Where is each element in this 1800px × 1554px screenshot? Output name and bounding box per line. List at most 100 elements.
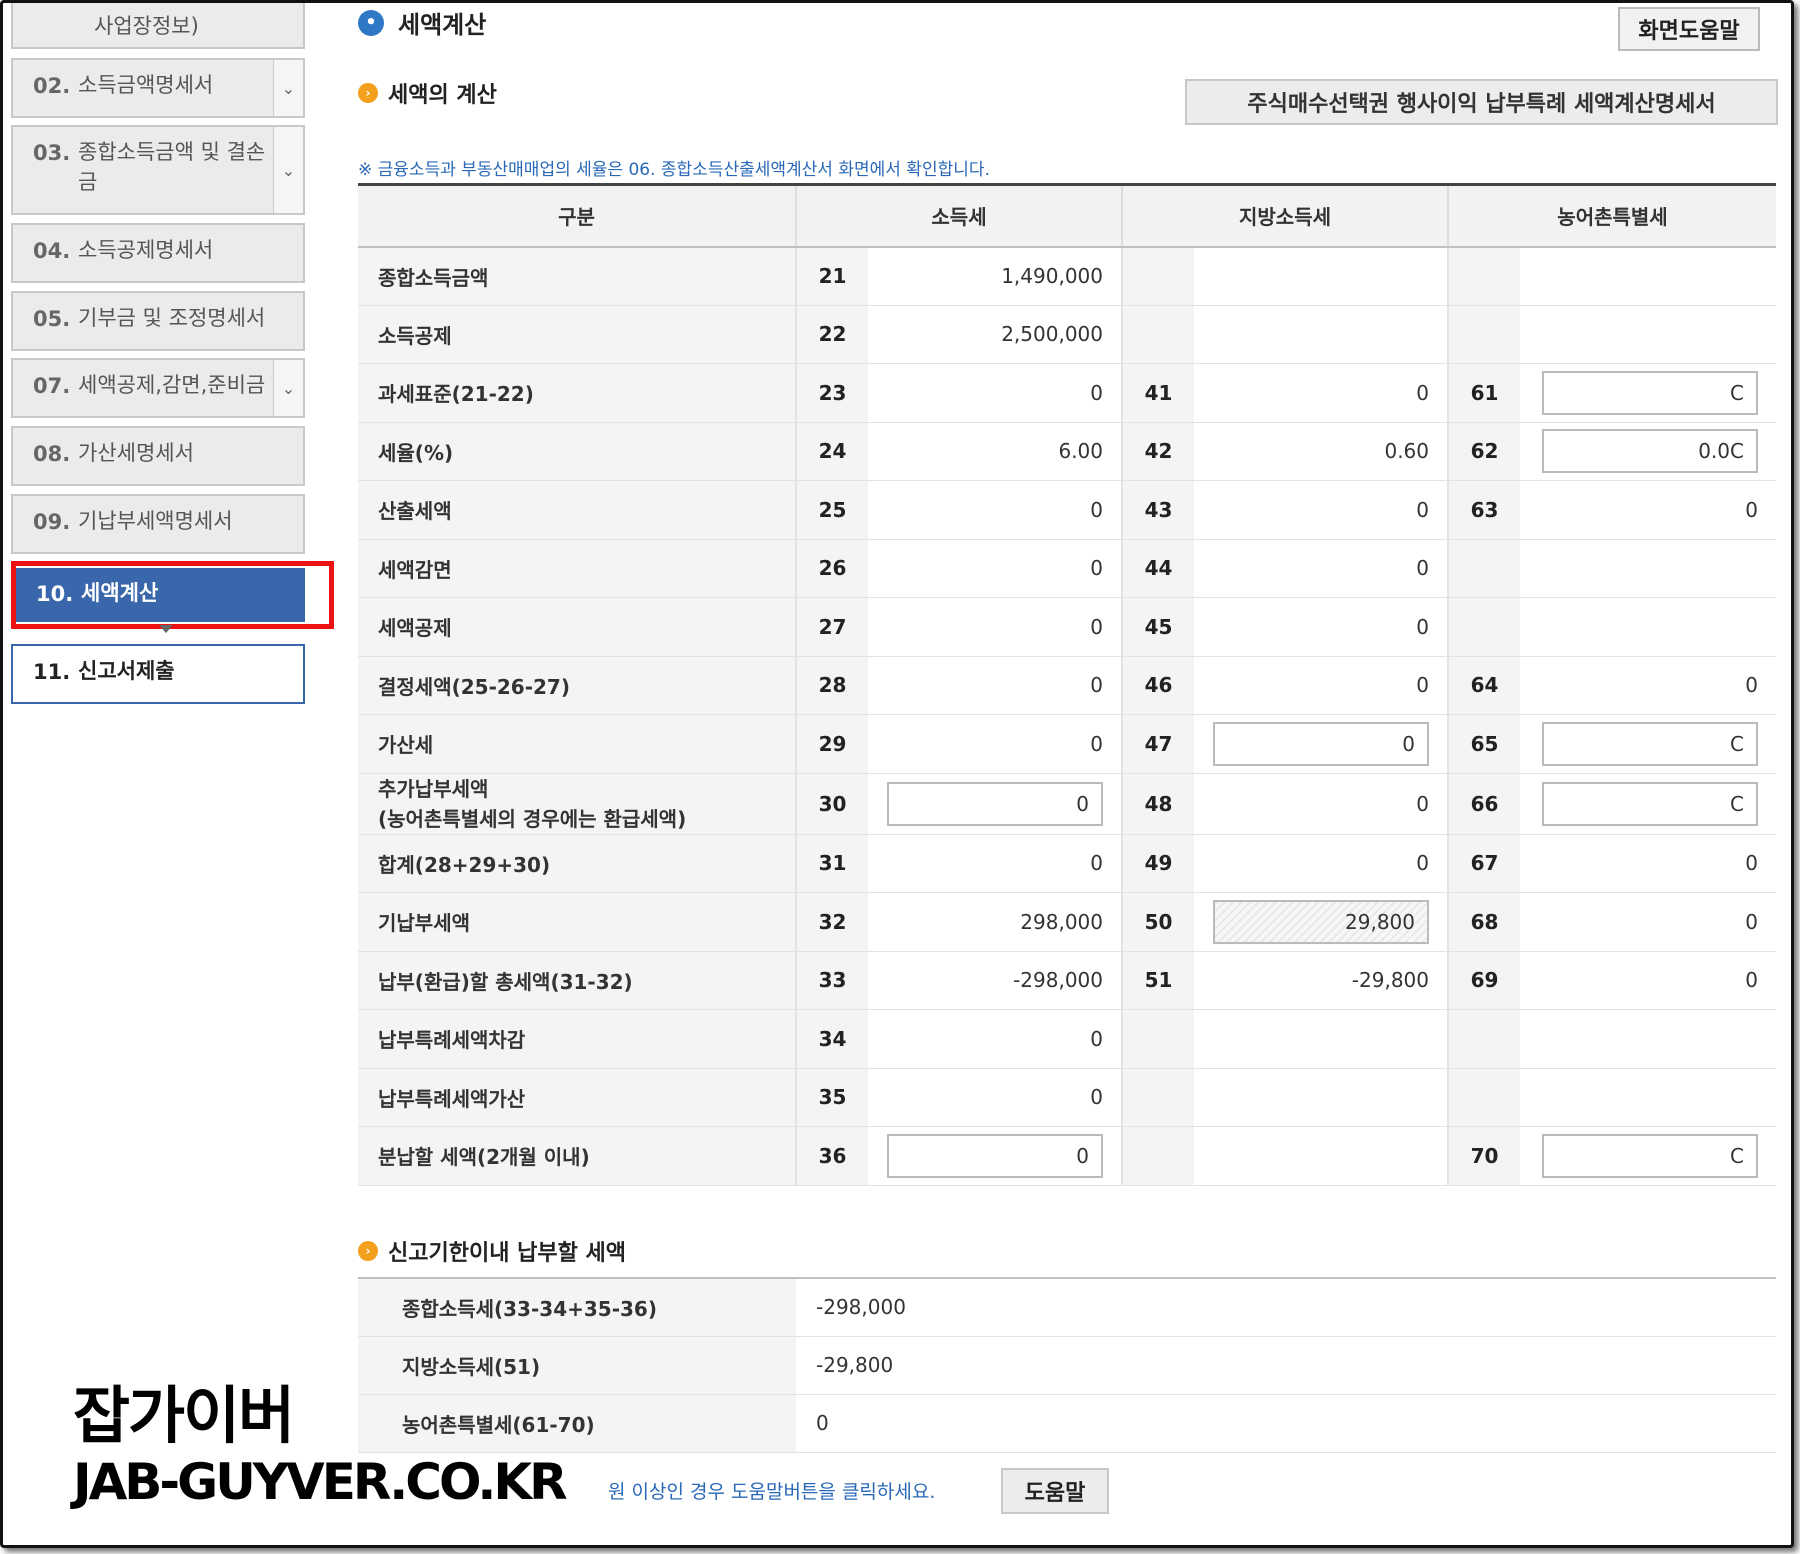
row-code: 23 — [795, 363, 868, 423]
row-code: 42 — [1121, 422, 1194, 481]
screen-help-button[interactable]: 화면도움말 — [1618, 7, 1760, 51]
table-row: 소득공제 22 2,500,000 — [358, 305, 1776, 364]
table-row: 과세표준(21-22) 23 0 41 0 61 C — [358, 363, 1776, 423]
row-label: 납부(환급)할 총세액(31-32) — [358, 951, 796, 1010]
help-button[interactable]: 도움말 — [1001, 1468, 1109, 1514]
row-label: 세액공제 — [358, 597, 796, 657]
row-code — [1447, 246, 1520, 306]
table-row: 분납할 세액(2개월 이내) 36 0 70 C — [358, 1126, 1776, 1186]
row-code: 31 — [795, 834, 868, 893]
additional-tax-input[interactable]: 0 — [887, 781, 1103, 826]
row-value: 0 — [1194, 363, 1448, 423]
sidebar-item-penalty-tax[interactable]: 08. 가산세명세서 — [11, 426, 305, 486]
watermark: 잡가이버 JAB-GUYVER.CO.KR — [73, 1365, 568, 1511]
row-value: 0 — [1194, 480, 1448, 540]
row-code: 35 — [795, 1068, 868, 1127]
installment-tax-input[interactable]: 0 — [887, 1133, 1103, 1178]
sidebar-item-total-income[interactable]: 03. 종합소득금액 및 결손금 ⌄ — [11, 125, 305, 215]
sidebar-item-number: 03. — [33, 141, 71, 165]
sidebar-item-income-amount[interactable]: 02. 소득금액명세서 ⌄ — [11, 58, 305, 118]
rural-tax-rate-input[interactable]: 0.0C — [1542, 429, 1758, 474]
sidebar-item-income-deduction[interactable]: 04. 소득공제명세서 — [11, 223, 305, 283]
sidebar-item-number: 08. — [33, 442, 71, 466]
local-penalty-input[interactable]: 0 — [1213, 721, 1429, 766]
row-value: 298,000 — [868, 892, 1122, 952]
main-content: • 세액계산 화면도움말 › 세액의 계산 주식매수선택권 행사이익 납부특례 … — [358, 3, 1778, 1545]
active-pointer-icon — [159, 625, 173, 633]
sidebar-item-label: 소득공제명세서 — [78, 238, 214, 262]
table-row: 납부(환급)할 총세액(31-32) 33 -298,000 51 -29,80… — [358, 951, 1776, 1010]
tax-table: 구분 소득세 지방소득세 농어촌특별세 종합소득금액 21 1,490,000 — [358, 183, 1776, 1186]
row-value: -298,000 — [868, 951, 1122, 1010]
arrow-circle-icon: • — [358, 9, 384, 36]
row-value: -29,800 — [1194, 951, 1448, 1010]
arrow-bullet-icon: › — [358, 1241, 378, 1261]
row-value: -298,000 — [796, 1277, 1776, 1337]
sidebar-item-label: 기납부세액명세서 — [78, 509, 233, 533]
row-code — [1447, 539, 1520, 598]
row-code: 48 — [1121, 773, 1194, 835]
table-row: 기납부세액 32 298,000 50 29,800 68 0 — [358, 892, 1776, 952]
sidebar-item-label: 사업장정보) — [94, 14, 199, 38]
arrow-bullet-icon: › — [358, 83, 378, 103]
row-code: 61 — [1447, 363, 1520, 423]
row-code: 26 — [795, 539, 868, 598]
sidebar-item-label: 신고서제출 — [78, 659, 175, 683]
sidebar-item-label: 기부금 및 조정명세서 — [78, 306, 266, 330]
rural-refund-input[interactable]: C — [1542, 781, 1758, 826]
table-row: 세액공제 27 0 45 0 — [358, 597, 1776, 657]
row-value: 0 — [796, 1394, 1776, 1453]
header-local-tax: 지방소득세 — [1121, 183, 1448, 248]
row-value — [1520, 305, 1776, 364]
row-code: 32 — [795, 892, 868, 952]
section-header: › 세액의 계산 — [358, 77, 497, 109]
sidebar-item-number: 04. — [33, 239, 71, 263]
section-title: 세액의 계산 — [388, 83, 497, 108]
table-row: 세율(%) 24 6.00 42 0.60 62 0.0C — [358, 422, 1776, 481]
stock-option-button[interactable]: 주식매수선택권 행사이익 납부특례 세액계산명세서 — [1185, 79, 1778, 125]
sidebar-item-business-info[interactable]: 사업장정보) — [11, 3, 305, 49]
row-code: 46 — [1121, 656, 1194, 715]
row-code — [1447, 597, 1520, 657]
row-code: 43 — [1121, 480, 1194, 540]
rural-tax-base-input[interactable]: C — [1542, 370, 1758, 415]
chevron-down-icon[interactable]: ⌄ — [273, 360, 303, 416]
row-value: 1,490,000 — [868, 246, 1122, 306]
row-code: 63 — [1447, 480, 1520, 540]
sidebar-item-tax-credit[interactable]: 07. 세액공제,감면,준비금 ⌄ — [11, 358, 305, 418]
row-value: 0 — [1194, 773, 1448, 835]
row-code — [1447, 305, 1520, 364]
sidebar-item-label: 세액공제,감면,준비금 — [78, 373, 266, 397]
rural-installment-input[interactable]: C — [1542, 1133, 1758, 1178]
sidebar-item-submit[interactable]: 11. 신고서제출 — [11, 644, 305, 704]
row-value: 0 — [868, 656, 1122, 715]
row-code: 62 — [1447, 422, 1520, 481]
row-code — [1121, 246, 1194, 306]
rural-penalty-input[interactable]: C — [1542, 721, 1758, 766]
sidebar-item-number: 02. — [33, 74, 71, 98]
row-code — [1121, 1068, 1194, 1127]
sidebar-item-number: 07. — [33, 374, 71, 398]
chevron-down-icon[interactable]: ⌄ — [273, 60, 303, 116]
row-code: 27 — [795, 597, 868, 657]
table-row: 세액감면 26 0 44 0 — [358, 539, 1776, 598]
sidebar-item-number: 11. — [33, 660, 71, 684]
sidebar-item-number: 09. — [33, 510, 71, 534]
row-code — [1121, 305, 1194, 364]
row-value: -29,800 — [796, 1336, 1776, 1395]
row-value: 0 — [868, 480, 1122, 540]
sidebar-item-prepaid-tax[interactable]: 09. 기납부세액명세서 — [11, 494, 305, 554]
row-label: 종합소득금액 — [358, 246, 796, 306]
row-label: 세율(%) — [358, 422, 796, 481]
window-frame: 사업장정보) 02. 소득금액명세서 ⌄ 03. 종합소득금액 및 결손금 ⌄ … — [0, 0, 1794, 1548]
row-value: 0 — [1520, 892, 1776, 952]
deadline-table: 종합소득세(33-34+35-36) -298,000 지방소득세(51) -2… — [358, 1277, 1776, 1453]
row-value: 0.60 — [1194, 422, 1448, 481]
sidebar-item-donation[interactable]: 05. 기부금 및 조정명세서 — [11, 291, 305, 351]
row-code: 70 — [1447, 1126, 1520, 1186]
row-value: 0 — [1194, 656, 1448, 715]
row-code: 64 — [1447, 656, 1520, 715]
table-row: 납부특례세액가산 35 0 — [358, 1068, 1776, 1127]
chevron-down-icon[interactable]: ⌄ — [273, 127, 303, 213]
row-code — [1447, 1009, 1520, 1069]
